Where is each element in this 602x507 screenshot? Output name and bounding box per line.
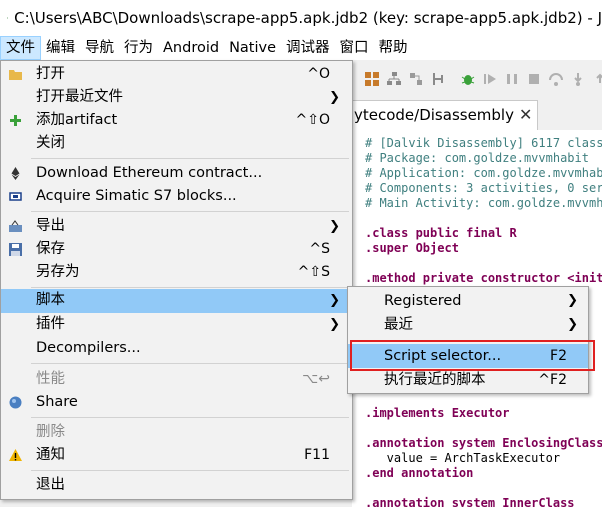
chevron-right-icon: ❯ (329, 90, 340, 105)
tab-label: ytecode/Disassembly (354, 106, 514, 124)
menu-action[interactable]: 行为 (119, 36, 158, 60)
menu-separator (31, 417, 349, 418)
plc-chip-icon (9, 192, 22, 201)
menu-item-exit[interactable]: 退出 (1, 474, 352, 497)
menu-bar: 文件 编辑 导航 行为 Android Native 调试器 窗口 帮助 (0, 36, 602, 60)
code-line: .implements Executor (365, 406, 510, 420)
submenu-item-script-selector[interactable]: Script selector... F2 (348, 344, 588, 368)
stop-icon[interactable] (526, 71, 542, 87)
step-out-icon[interactable] (592, 71, 602, 87)
debug-bug-icon[interactable] (460, 71, 476, 87)
code-line: .super Object (365, 241, 459, 255)
toolbar (352, 60, 602, 99)
menu-separator (31, 470, 349, 471)
menu-item-scripts[interactable]: 脚本 ❯ (1, 289, 352, 313)
menu-separator (31, 287, 349, 288)
code-line: .annotation system EnclosingClass (365, 436, 602, 450)
code-line: .annotation system InnerClass (365, 496, 575, 507)
menu-item-open[interactable]: 打开 ^O (1, 63, 352, 86)
menu-item-save-as[interactable]: 另存为 ^⇧S (1, 261, 352, 284)
menu-item-plugins[interactable]: 插件 ❯ (1, 313, 352, 336)
menu-android[interactable]: Android (158, 36, 224, 60)
title-bar: C:\Users\ABC\Downloads\scrape-app5.apk.j… (0, 0, 602, 36)
open-folder-icon (9, 70, 22, 80)
submenu-item-recent[interactable]: 最近 ❯ (348, 313, 588, 337)
plus-icon (10, 115, 21, 126)
branch-icon[interactable] (430, 71, 446, 87)
step-into-icon[interactable] (570, 71, 586, 87)
code-line: .class public final R (365, 226, 517, 240)
menu-item-performance[interactable]: 性能 ⌥↩ (1, 368, 352, 391)
menu-item-share[interactable]: Share (1, 391, 352, 414)
menu-separator (31, 211, 349, 212)
file-menu: 打开 ^O 打开最近文件 ❯ 添加artifact ^⇧O 关闭 Downloa… (0, 60, 353, 500)
scripts-submenu: Registered ❯ 最近 ❯ Script selector... F2 … (347, 286, 589, 394)
code-line: # Components: 3 activities, 0 serv (365, 181, 602, 195)
code-line: # Main Activity: com.goldze.mvvmhab (365, 196, 602, 210)
step-over-icon[interactable] (548, 71, 564, 87)
code-line: value = ArchTaskExecutor (365, 451, 561, 465)
menu-item-add-artifact[interactable]: 添加artifact ^⇧O (1, 109, 352, 132)
menu-item-notifications[interactable]: 通知 F11 (1, 444, 352, 467)
chevron-right-icon: ❯ (567, 293, 578, 308)
globe-icon (9, 396, 22, 409)
chevron-right-icon: ❯ (567, 317, 578, 332)
code-line: .end annotation (365, 466, 474, 480)
menu-window[interactable]: 窗口 (335, 36, 374, 60)
pause-icon[interactable] (504, 71, 520, 87)
menu-navigate[interactable]: 导航 (80, 36, 119, 60)
ethereum-icon (11, 167, 20, 180)
menu-item-save[interactable]: 保存 ^S (1, 238, 352, 261)
submenu-item-run-last-script[interactable]: 执行最近的脚本 ^F2 (348, 368, 588, 392)
menu-item-open-recent[interactable]: 打开最近文件 ❯ (1, 86, 352, 109)
close-icon[interactable]: ✕ (519, 101, 532, 129)
save-disk-icon (9, 243, 22, 256)
menu-item-export[interactable]: 导出 ❯ (1, 215, 352, 238)
app-logo-icon (7, 17, 9, 19)
window-title: C:\Users\ABC\Downloads\scrape-app5.apk.j… (14, 9, 602, 27)
grid-icon[interactable] (364, 71, 380, 87)
code-line: .method private constructor <init> (365, 271, 602, 285)
tab-bytecode-disassembly[interactable]: ytecode/Disassembly ✕ (352, 100, 538, 130)
menu-item-decompilers[interactable]: Decompilers... (1, 337, 352, 360)
hierarchy-icon[interactable] (386, 71, 402, 87)
code-line: # Package: com.goldze.mvvmhabit (365, 151, 589, 165)
menu-item-close[interactable]: 关闭 (1, 132, 352, 155)
chevron-right-icon: ❯ (329, 317, 340, 332)
structure-icon[interactable] (408, 71, 424, 87)
chevron-right-icon: ❯ (329, 219, 340, 234)
menu-help[interactable]: 帮助 (374, 36, 413, 60)
code-line: # [Dalvik Disassembly] 6117 classe (365, 136, 602, 150)
resume-icon[interactable] (482, 71, 498, 87)
menu-edit[interactable]: 编辑 (41, 36, 80, 60)
menu-debugger[interactable]: 调试器 (281, 36, 335, 60)
menu-file[interactable]: 文件 (0, 36, 41, 60)
submenu-item-registered[interactable]: Registered ❯ (348, 289, 588, 313)
editor-tab-row: ytecode/Disassembly ✕ (352, 98, 602, 130)
warning-icon (9, 449, 22, 461)
code-line: # Application: com.goldze.mvvmhabi (365, 166, 602, 180)
menu-item-delete[interactable]: 删除 (1, 421, 352, 444)
menu-separator (31, 363, 349, 364)
menu-item-download-ethereum[interactable]: Download Ethereum contract... (1, 162, 352, 185)
menu-native[interactable]: Native (224, 36, 281, 60)
export-icon (9, 220, 22, 232)
menu-item-acquire-s7[interactable]: Acquire Simatic S7 blocks... (1, 185, 352, 208)
chevron-right-icon: ❯ (329, 293, 340, 308)
menu-separator (31, 158, 349, 159)
